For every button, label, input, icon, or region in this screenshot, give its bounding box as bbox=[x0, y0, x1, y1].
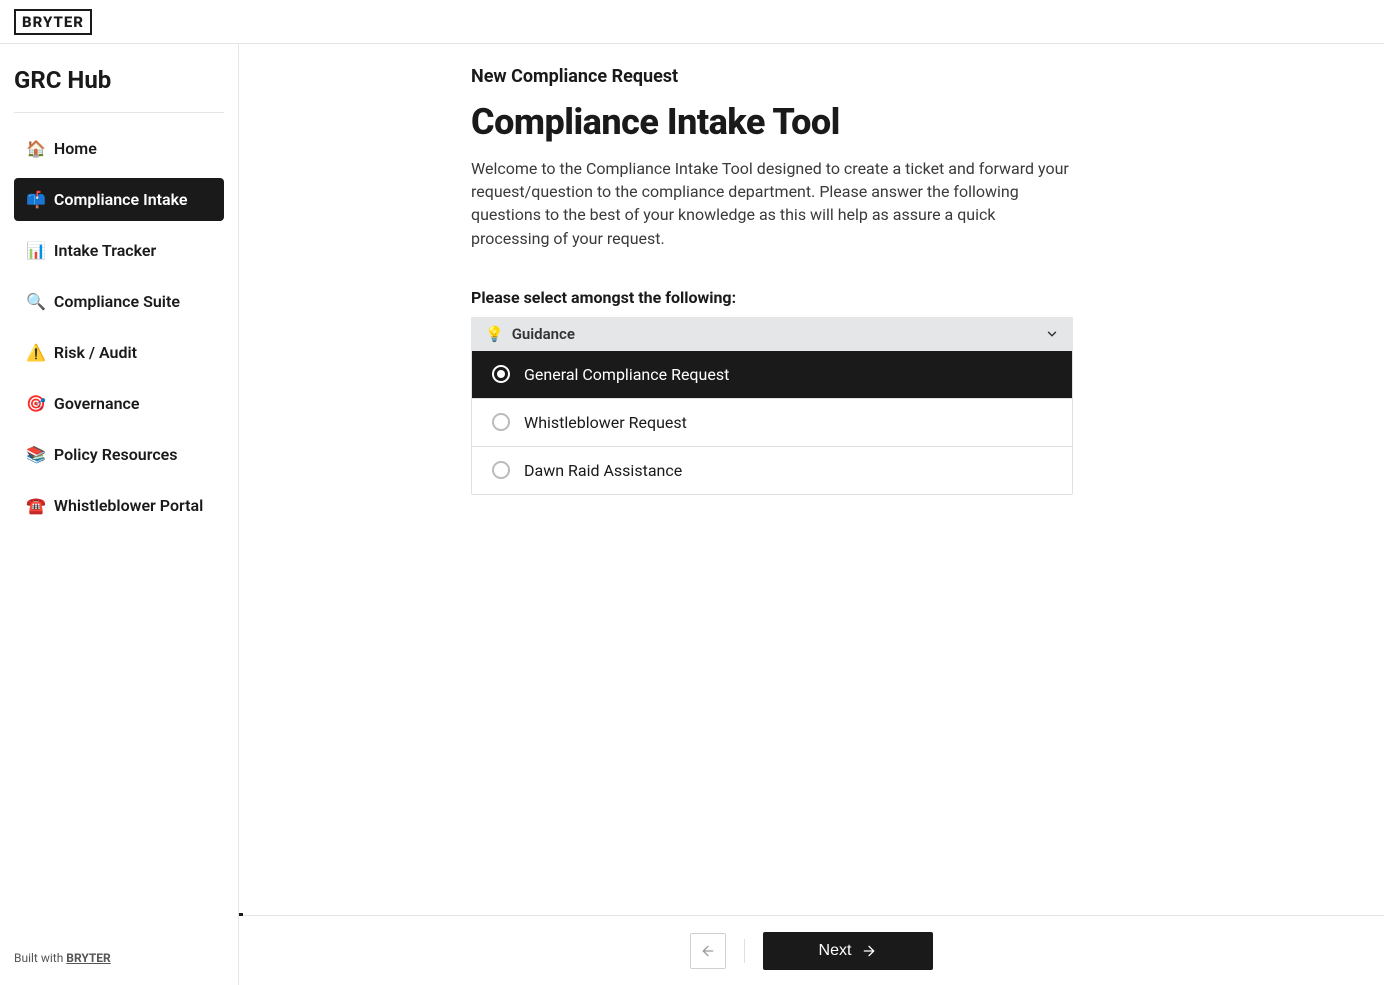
sidebar-nav: 🏠 Home 📫 Compliance Intake 📊 Intake Tracker 🔍 C… bbox=[14, 127, 224, 527]
sidebar-item-label: Home bbox=[54, 139, 97, 158]
back-button[interactable] bbox=[690, 933, 726, 969]
sidebar-item-compliance-suite[interactable]: 🔍 Compliance Suite bbox=[14, 280, 224, 323]
option-label: Whistleblower Request bbox=[524, 413, 687, 432]
sidebar-item-label: Governance bbox=[54, 394, 140, 413]
sidebar-item-label: Risk / Audit bbox=[54, 343, 137, 362]
sidebar-item-label: Compliance Suite bbox=[54, 292, 180, 311]
sidebar-item-policy-resources[interactable]: 📚 Policy Resources bbox=[14, 433, 224, 476]
radio-icon bbox=[492, 365, 510, 383]
sidebar-item-compliance-suite-icon: 🔍 bbox=[26, 294, 46, 310]
footer-bar: Next bbox=[239, 915, 1384, 985]
breadcrumb: New Compliance Request bbox=[471, 66, 1073, 87]
sidebar-item-governance-icon: 🎯 bbox=[26, 396, 46, 412]
sidebar-footer-prefix: Built with bbox=[14, 951, 66, 965]
sidebar-item-risk-audit-icon: ⚠️ bbox=[26, 345, 46, 361]
guidance-label: Guidance bbox=[512, 325, 575, 343]
sidebar-item-label: Policy Resources bbox=[54, 445, 178, 464]
radio-icon bbox=[492, 413, 510, 431]
sidebar-footer: Built with BRYTER bbox=[14, 951, 111, 965]
sidebar-item-home-icon: 🏠 bbox=[26, 141, 46, 157]
radio-icon bbox=[492, 461, 510, 479]
sidebar-item-label: Compliance Intake bbox=[54, 190, 188, 209]
sidebar: GRC Hub 🏠 Home 📫 Compliance Intake 📊 Intake T… bbox=[0, 44, 239, 985]
question-label: Please select amongst the following: bbox=[471, 288, 1073, 307]
sidebar-footer-link[interactable]: BRYTER bbox=[66, 951, 110, 965]
option-label: General Compliance Request bbox=[524, 365, 729, 384]
option-row[interactable]: Dawn Raid Assistance bbox=[472, 446, 1072, 494]
footer-separator bbox=[744, 939, 745, 963]
sidebar-item-policy-resources-icon: 📚 bbox=[26, 447, 46, 463]
app-header: BRYTER bbox=[0, 0, 1384, 44]
option-row[interactable]: Whistleblower Request bbox=[472, 398, 1072, 446]
lightbulb-icon: 💡 bbox=[485, 325, 504, 343]
sidebar-item-label: Whistleblower Portal bbox=[54, 496, 203, 515]
sidebar-item-home[interactable]: 🏠 Home bbox=[14, 127, 224, 170]
arrow-right-icon bbox=[861, 943, 877, 959]
sidebar-item-risk-audit[interactable]: ⚠️ Risk / Audit bbox=[14, 331, 224, 374]
sidebar-item-whistleblower-portal[interactable]: ☎️ Whistleblower Portal bbox=[14, 484, 224, 527]
intro-text: Welcome to the Compliance Intake Tool de… bbox=[471, 157, 1073, 250]
chevron-down-icon bbox=[1045, 327, 1059, 341]
sidebar-item-intake-tracker-icon: 📊 bbox=[26, 243, 46, 259]
option-row[interactable]: General Compliance Request bbox=[472, 351, 1072, 398]
next-button[interactable]: Next bbox=[763, 932, 934, 970]
arrow-left-icon bbox=[700, 943, 716, 959]
page-title: Compliance Intake Tool bbox=[471, 101, 1073, 143]
sidebar-item-governance[interactable]: 🎯 Governance bbox=[14, 382, 224, 425]
sidebar-item-compliance-intake[interactable]: 📫 Compliance Intake bbox=[14, 178, 224, 221]
sidebar-item-label: Intake Tracker bbox=[54, 241, 156, 260]
option-label: Dawn Raid Assistance bbox=[524, 461, 682, 480]
next-button-label: Next bbox=[819, 942, 852, 960]
sidebar-title: GRC Hub bbox=[14, 66, 224, 113]
sidebar-item-compliance-intake-icon: 📫 bbox=[26, 192, 46, 208]
guidance-toggle[interactable]: 💡 Guidance bbox=[471, 317, 1073, 351]
sidebar-item-whistleblower-portal-icon: ☎️ bbox=[26, 498, 46, 514]
logo[interactable]: BRYTER bbox=[14, 9, 92, 35]
main-panel: New Compliance Request Compliance Intake… bbox=[239, 44, 1384, 985]
options-list: General Compliance Request Whistleblower … bbox=[471, 351, 1073, 495]
sidebar-item-intake-tracker[interactable]: 📊 Intake Tracker bbox=[14, 229, 224, 272]
